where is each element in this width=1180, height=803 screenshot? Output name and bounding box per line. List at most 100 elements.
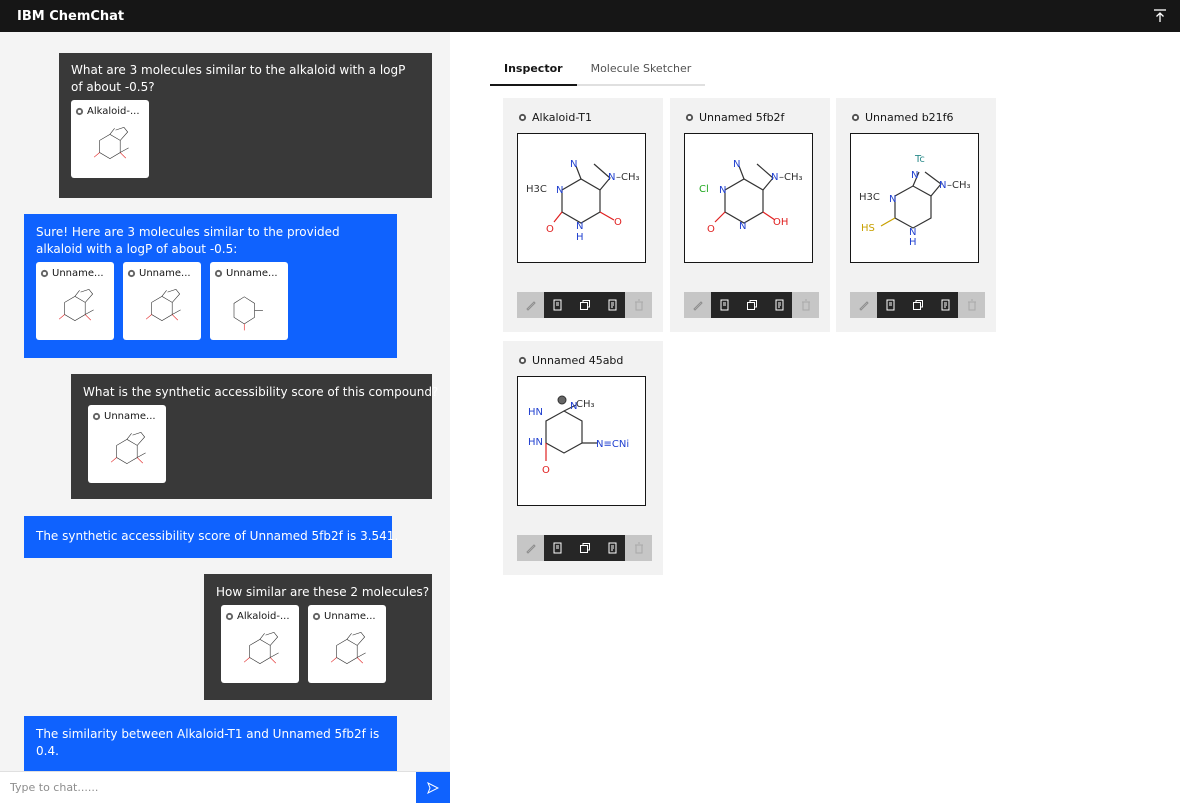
chat-message-bot: The similarity between Alkaloid-T1 and U… — [24, 716, 397, 776]
molecule-icon — [685, 113, 694, 122]
molecule-thumbnail[interactable]: Unname... — [308, 605, 386, 683]
chat-message-user: How similar are these 2 molecules? Alkal… — [204, 574, 432, 700]
molecule-icon — [225, 612, 234, 621]
chat-message-bot: Sure! Here are 3 molecules similar to th… — [24, 214, 397, 358]
svg-text:O: O — [542, 465, 550, 476]
notes-button[interactable] — [931, 292, 958, 318]
molecule-viewer[interactable]: HN N CH₃ HN N≡CNi O — [517, 376, 646, 506]
app-title: IBM ChemChat — [17, 8, 125, 24]
send-button[interactable] — [416, 772, 450, 803]
inspector-tabs: Inspector Molecule Sketcher — [490, 58, 706, 86]
svg-text:N: N — [939, 180, 946, 191]
report-button[interactable] — [711, 292, 738, 318]
edit-icon — [525, 301, 536, 311]
edit-button[interactable] — [517, 292, 544, 318]
trash-icon — [967, 299, 976, 311]
trash-icon — [634, 299, 643, 311]
molecule-viewer[interactable]: N N –CH₃ Cl N O N OH — [684, 133, 813, 263]
report-button[interactable] — [544, 535, 571, 561]
svg-text:N: N — [556, 185, 563, 196]
edit-icon — [525, 544, 536, 554]
card-toolbar — [684, 292, 819, 318]
svg-text:OH: OH — [773, 217, 788, 228]
copy-icon — [579, 300, 590, 310]
molecule-card: Unnamed 45abd HN N CH₃ HN N≡CNi O — [503, 341, 663, 575]
molecule-icon — [127, 269, 136, 278]
notes-button[interactable] — [598, 292, 625, 318]
upload-icon[interactable] — [1150, 6, 1170, 26]
delete-button[interactable] — [792, 292, 819, 318]
molecule-thumbnail[interactable]: Unname... — [210, 262, 288, 340]
svg-text:HN: HN — [528, 437, 543, 448]
chat-message-user: What is the synthetic accessibility scor… — [71, 374, 439, 499]
molecule-structure: N N –CH₃ H3C N O N H O — [526, 159, 640, 243]
delete-button[interactable] — [625, 292, 652, 318]
molecule-thumbnail[interactable]: Alkaloid-... — [71, 100, 149, 178]
edit-button[interactable] — [684, 292, 711, 318]
copy-icon — [579, 543, 590, 553]
svg-text:H: H — [576, 232, 584, 243]
message-text: What is the synthetic accessibility scor… — [83, 385, 439, 399]
copy-button[interactable] — [571, 292, 598, 318]
molecule-name: Unnamed 45abd — [532, 354, 624, 367]
molecule-structure — [227, 623, 291, 679]
tab-molecule-sketcher[interactable]: Molecule Sketcher — [576, 58, 706, 86]
delete-button[interactable] — [625, 535, 652, 561]
chat-message-bot: The synthetic accessibility score of Unn… — [24, 516, 398, 558]
svg-text:–CH₃: –CH₃ — [616, 172, 640, 183]
molecule-thumbnail[interactable]: Unname... — [123, 262, 201, 340]
copy-button[interactable] — [904, 292, 931, 318]
copy-button[interactable] — [738, 292, 765, 318]
chat-input[interactable] — [0, 772, 416, 803]
svg-text:H3C: H3C — [526, 184, 547, 195]
molecule-thumbnail[interactable]: Unname... — [88, 405, 166, 483]
chat-panel: What are 3 molecules similar to the alka… — [0, 32, 450, 803]
molecule-name: Unnamed 5fb2f — [699, 111, 785, 124]
edit-button[interactable] — [850, 292, 877, 318]
delete-button[interactable] — [958, 292, 985, 318]
svg-text:N: N — [771, 172, 778, 183]
message-text: What are 3 molecules similar to the alka… — [71, 63, 406, 94]
trash-icon — [801, 299, 810, 311]
molecule-icon — [75, 107, 84, 116]
molecule-name: Alkaloid-T1 — [532, 111, 593, 124]
copy-icon — [912, 300, 923, 310]
message-text: Sure! Here are 3 molecules similar to th… — [36, 225, 340, 256]
app-header: IBM ChemChat — [0, 0, 1180, 32]
svg-text:N: N — [733, 159, 740, 170]
card-toolbar — [850, 292, 985, 318]
svg-text:N: N — [570, 159, 577, 170]
molecule-viewer[interactable]: N N –CH₃ H3C N O N H O — [517, 133, 646, 263]
molecule-card: Unnamed b21f6 Tc N N –CH₃ H3C N HS N H — [836, 98, 996, 332]
report-icon — [553, 299, 561, 311]
report-icon — [553, 542, 561, 554]
notes-icon — [608, 299, 616, 311]
report-button[interactable] — [877, 292, 904, 318]
svg-text:N: N — [739, 221, 746, 232]
svg-text:N: N — [719, 185, 726, 196]
svg-text:N: N — [889, 194, 896, 205]
molecule-structure — [129, 280, 193, 336]
molecule-viewer[interactable]: Tc N N –CH₃ H3C N HS N H — [850, 133, 979, 263]
molecule-structure — [216, 280, 280, 336]
molecule-icon — [851, 113, 860, 122]
svg-text:O: O — [707, 224, 715, 235]
svg-text:Cl: Cl — [699, 184, 709, 195]
report-button[interactable] — [544, 292, 571, 318]
copy-button[interactable] — [571, 535, 598, 561]
svg-text:N: N — [911, 170, 918, 181]
molecule-thumbnail[interactable]: Unname... — [36, 262, 114, 340]
molecule-icon — [40, 269, 49, 278]
send-icon — [427, 781, 439, 794]
tab-inspector[interactable]: Inspector — [490, 58, 577, 86]
molecule-thumbnail[interactable]: Alkaloid-... — [221, 605, 299, 683]
svg-text:CH₃: CH₃ — [576, 399, 595, 410]
trash-icon — [634, 542, 643, 554]
notes-button[interactable] — [765, 292, 792, 318]
svg-text:HN: HN — [528, 407, 543, 418]
molecule-structure — [42, 280, 106, 336]
edit-button[interactable] — [517, 535, 544, 561]
molecule-icon — [518, 356, 527, 365]
report-icon — [886, 299, 894, 311]
notes-button[interactable] — [598, 535, 625, 561]
